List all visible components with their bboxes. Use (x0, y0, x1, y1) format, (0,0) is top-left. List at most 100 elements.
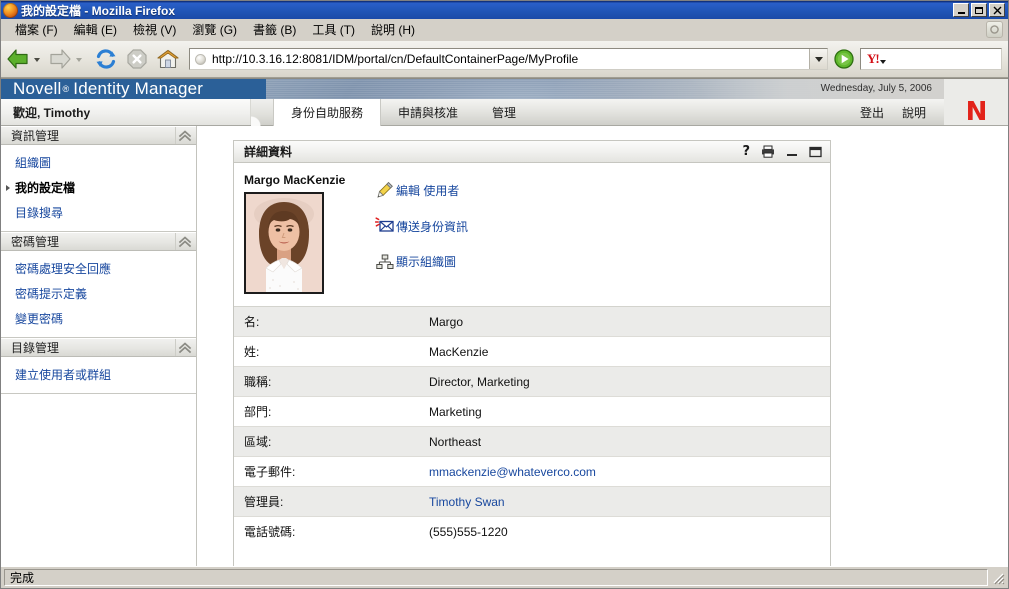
manager-link[interactable]: Timothy Swan (419, 486, 830, 518)
banner-graphic: Wednesday, July 5, 2006 (266, 79, 944, 99)
brand-novell: Novell (13, 79, 62, 99)
search-engine-dropdown-arrow[interactable] (879, 60, 886, 65)
sidebar-group-header[interactable]: 目錄管理 (1, 338, 196, 358)
close-icon (993, 6, 1001, 15)
window-maximize-button[interactable] (971, 3, 987, 18)
person-block: Margo MacKenzie (244, 173, 374, 295)
stop-button[interactable] (125, 47, 149, 71)
sidebar-group-title: 密碼管理 (11, 235, 60, 250)
forward-button[interactable] (47, 47, 87, 71)
sidebar-item-label: 組織圖 (15, 156, 52, 171)
back-dropdown-arrow[interactable] (34, 58, 40, 63)
menu-edit[interactable]: 編輯 (E) (66, 19, 125, 40)
field-label: 姓: (234, 336, 419, 368)
main-content: 詳細資料 ? Margo MacKenzie 編輯 使用者 傳送身份資訊 顯示組… (197, 126, 1008, 566)
email-link[interactable]: mmackenzie@whateverco.com (419, 456, 830, 488)
sidebar-item-password-hint-definition[interactable]: 密碼提示定義 (1, 281, 196, 306)
window-minimize-button[interactable] (953, 3, 969, 18)
action-label: 編輯 使用者 (396, 183, 460, 198)
sidebar-group-directory-management: 目錄管理 建立使用者或群組 (1, 338, 196, 395)
sidebar-group-header[interactable]: 密碼管理 (1, 232, 196, 252)
sidebar-item-create-user-or-group[interactable]: 建立使用者或群組 (1, 362, 196, 387)
profile-summary: Margo MacKenzie 編輯 使用者 傳送身份資訊 顯示組織圖 (234, 163, 830, 308)
tab-identity-self-service[interactable]: 身份自助服務 (273, 99, 382, 127)
sidebar-group-body: 密碼處理安全回應 密碼提示定義 變更密碼 (1, 251, 196, 338)
sidebar-item-change-password[interactable]: 變更密碼 (1, 306, 196, 331)
portlet-header: 詳細資料 ? (234, 141, 830, 164)
collapse-chevron-up-icon[interactable] (175, 233, 194, 251)
sidebar-group-header[interactable]: 資訊管理 (1, 126, 196, 146)
sidebar-item-label: 目錄搜尋 (15, 206, 64, 221)
tab-requests-approvals[interactable]: 申請與核准 (381, 99, 475, 125)
forward-dropdown-arrow[interactable] (76, 58, 82, 63)
print-icon[interactable] (761, 145, 775, 158)
detail-portlet: 詳細資料 ? Margo MacKenzie 編輯 使用者 傳送身份資訊 顯示組… (233, 140, 831, 566)
field-value: Director, Marketing (419, 366, 830, 398)
resize-grip[interactable] (991, 571, 1005, 585)
org-chart-icon (374, 254, 396, 270)
sidebar-item-directory-search[interactable]: 目錄搜尋 (1, 200, 196, 225)
menu-file[interactable]: 檔案 (F) (7, 19, 66, 40)
sidebar-item-my-profile[interactable]: 我的設定檔 (1, 175, 196, 200)
home-button[interactable] (155, 47, 181, 71)
field-label: 電話號碼: (244, 525, 296, 540)
window-close-button[interactable] (989, 3, 1005, 18)
send-identity-info-action[interactable]: 傳送身份資訊 (374, 217, 830, 235)
field-label: 區域: (234, 426, 419, 458)
menu-bookmarks[interactable]: 書籤 (B) (245, 19, 304, 40)
search-bar[interactable]: Y! (860, 48, 1002, 71)
minimize-icon[interactable] (786, 146, 798, 158)
brand-registered-mark: ® (62, 84, 70, 95)
sidebar-item-org-chart[interactable]: 組織圖 (1, 150, 196, 175)
show-org-chart-action[interactable]: 顯示組織圖 (374, 253, 830, 270)
window-controls (953, 3, 1005, 18)
yahoo-icon: Y! (867, 51, 880, 67)
sidebar-item-label: 建立使用者或群組 (15, 368, 112, 383)
portlet-toolbar: ? (742, 144, 822, 159)
window-title: 我的設定檔 - Mozilla Firefox (21, 3, 176, 18)
field-label: 電子郵件: (234, 456, 419, 488)
help-icon[interactable]: ? (742, 144, 750, 159)
reload-button[interactable] (93, 47, 119, 71)
collapse-chevron-up-icon[interactable] (175, 127, 194, 145)
table-row: 部門: Marketing (234, 396, 830, 428)
menu-go[interactable]: 瀏覽 (G) (184, 19, 245, 40)
page-favicon (195, 53, 206, 65)
menubar-corner-icon[interactable] (986, 21, 1003, 39)
action-label: 顯示組織圖 (396, 255, 457, 270)
banner-logo-cell (944, 79, 1008, 100)
go-button[interactable] (833, 48, 855, 70)
primary-nav-bar: 歡迎, Timothy 身份自助服務 申請與核准 管理 登出 說明 N (1, 97, 1008, 128)
reload-icon (96, 49, 116, 69)
logout-link[interactable]: 登出 (860, 104, 884, 121)
sidebar-item-password-challenge-response[interactable]: 密碼處理安全回應 (1, 256, 196, 281)
url-input[interactable]: http://10.3.16.12:8081/IDM/portal/cn/Def… (212, 52, 809, 66)
menu-tools[interactable]: 工具 (T) (304, 19, 363, 40)
person-name: Margo MacKenzie (244, 173, 346, 188)
menu-help[interactable]: 說明 (H) (363, 19, 423, 40)
sidebar-group-body: 建立使用者或群組 (1, 357, 196, 394)
edit-user-action[interactable]: 編輯 使用者 (374, 181, 830, 199)
menu-view[interactable]: 檢視 (V) (125, 19, 184, 40)
nav-utilities: 登出 說明 (860, 99, 944, 125)
novell-n-logo: N (965, 97, 988, 128)
field-value: Margo (419, 307, 830, 338)
url-dropdown-button[interactable] (809, 49, 827, 70)
table-row: 管理員: Timothy Swan (234, 486, 830, 518)
url-bar[interactable]: http://10.3.16.12:8081/IDM/portal/cn/Def… (189, 48, 828, 71)
title-bar: 我的設定檔 - Mozilla Firefox (1, 1, 1008, 20)
maximize-icon[interactable] (809, 146, 822, 158)
table-row: 名: Margo (234, 307, 830, 338)
browser-window: 我的設定檔 - Mozilla Firefox 檔案 (F) 編輯 (E) 檢視… (0, 0, 1009, 589)
collapse-chevron-up-icon[interactable] (175, 339, 194, 357)
navigation-toolbar: http://10.3.16.12:8081/IDM/portal/cn/Def… (1, 41, 1008, 79)
back-button[interactable] (5, 47, 45, 71)
tab-administration[interactable]: 管理 (475, 99, 533, 125)
field-label: 管理員: (234, 486, 419, 518)
help-link[interactable]: 說明 (902, 104, 926, 121)
field-value: MacKenzie (419, 336, 830, 368)
profile-actions: 編輯 使用者 傳送身份資訊 顯示組織圖 (374, 173, 830, 294)
envelope-icon (374, 217, 396, 235)
table-row: 職稱: Director, Marketing (234, 366, 830, 398)
